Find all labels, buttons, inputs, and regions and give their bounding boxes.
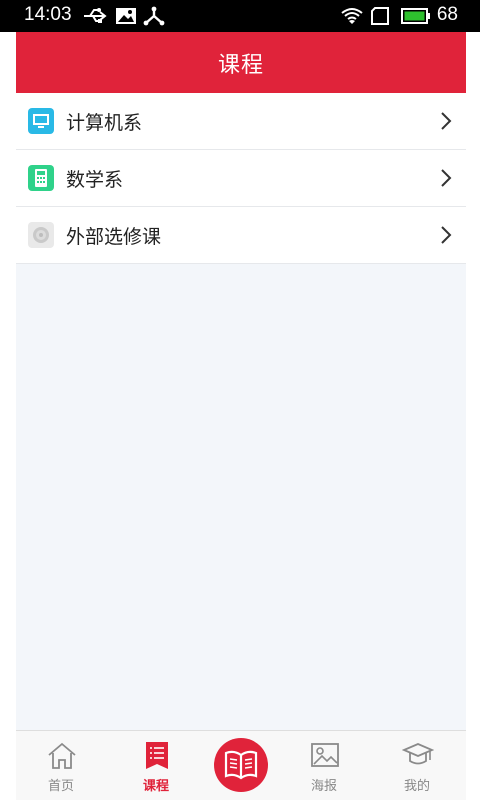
header-bar: 课程 [16, 32, 466, 93]
tab-label: 首页 [47, 779, 74, 794]
chevron-right-icon [440, 225, 452, 245]
app-screen: 课程 计算机系 数学系 外部选修课 首页 课程 海报 我的 [16, 32, 466, 800]
home-icon [46, 741, 78, 771]
battery-icon [401, 6, 431, 30]
tab-label: 我的 [403, 779, 430, 794]
calculator-icon [28, 165, 54, 191]
status-bar: 14:03 68 [0, 0, 480, 32]
center-book-button[interactable] [214, 738, 268, 792]
department-list: 计算机系 数学系 外部选修课 [16, 93, 466, 264]
graduation-cap-icon [401, 741, 435, 771]
status-time: 14:03 [24, 4, 72, 25]
computer-icon [28, 108, 54, 134]
tab-courses[interactable]: 课程 [111, 731, 201, 800]
image-icon [115, 6, 137, 30]
tab-posters[interactable]: 海报 [279, 731, 369, 800]
tab-label: 课程 [142, 779, 169, 794]
chevron-right-icon [440, 168, 452, 188]
tab-home[interactable]: 首页 [16, 731, 106, 800]
list-item-mathematics[interactable]: 数学系 [16, 150, 466, 207]
list-item-label: 数学系 [66, 169, 124, 191]
elective-icon [28, 222, 54, 248]
usb-icon [82, 6, 108, 30]
chevron-right-icon [440, 111, 452, 131]
battery-level: 68 [436, 4, 458, 25]
tab-label: 海报 [310, 779, 337, 794]
course-list-icon [141, 741, 173, 771]
sim-icon [370, 6, 390, 30]
wifi-icon [340, 6, 364, 30]
list-item-label: 外部选修课 [66, 226, 162, 248]
poster-icon [309, 741, 341, 771]
list-item-computer-science[interactable]: 计算机系 [16, 93, 466, 150]
tab-profile[interactable]: 我的 [372, 731, 462, 800]
list-item-label: 计算机系 [66, 112, 143, 134]
share-icon [143, 6, 165, 30]
page-title: 课程 [217, 52, 264, 78]
bottom-tab-bar: 首页 课程 海报 我的 [16, 730, 466, 800]
list-item-external-electives[interactable]: 外部选修课 [16, 207, 466, 264]
book-icon [224, 750, 258, 780]
